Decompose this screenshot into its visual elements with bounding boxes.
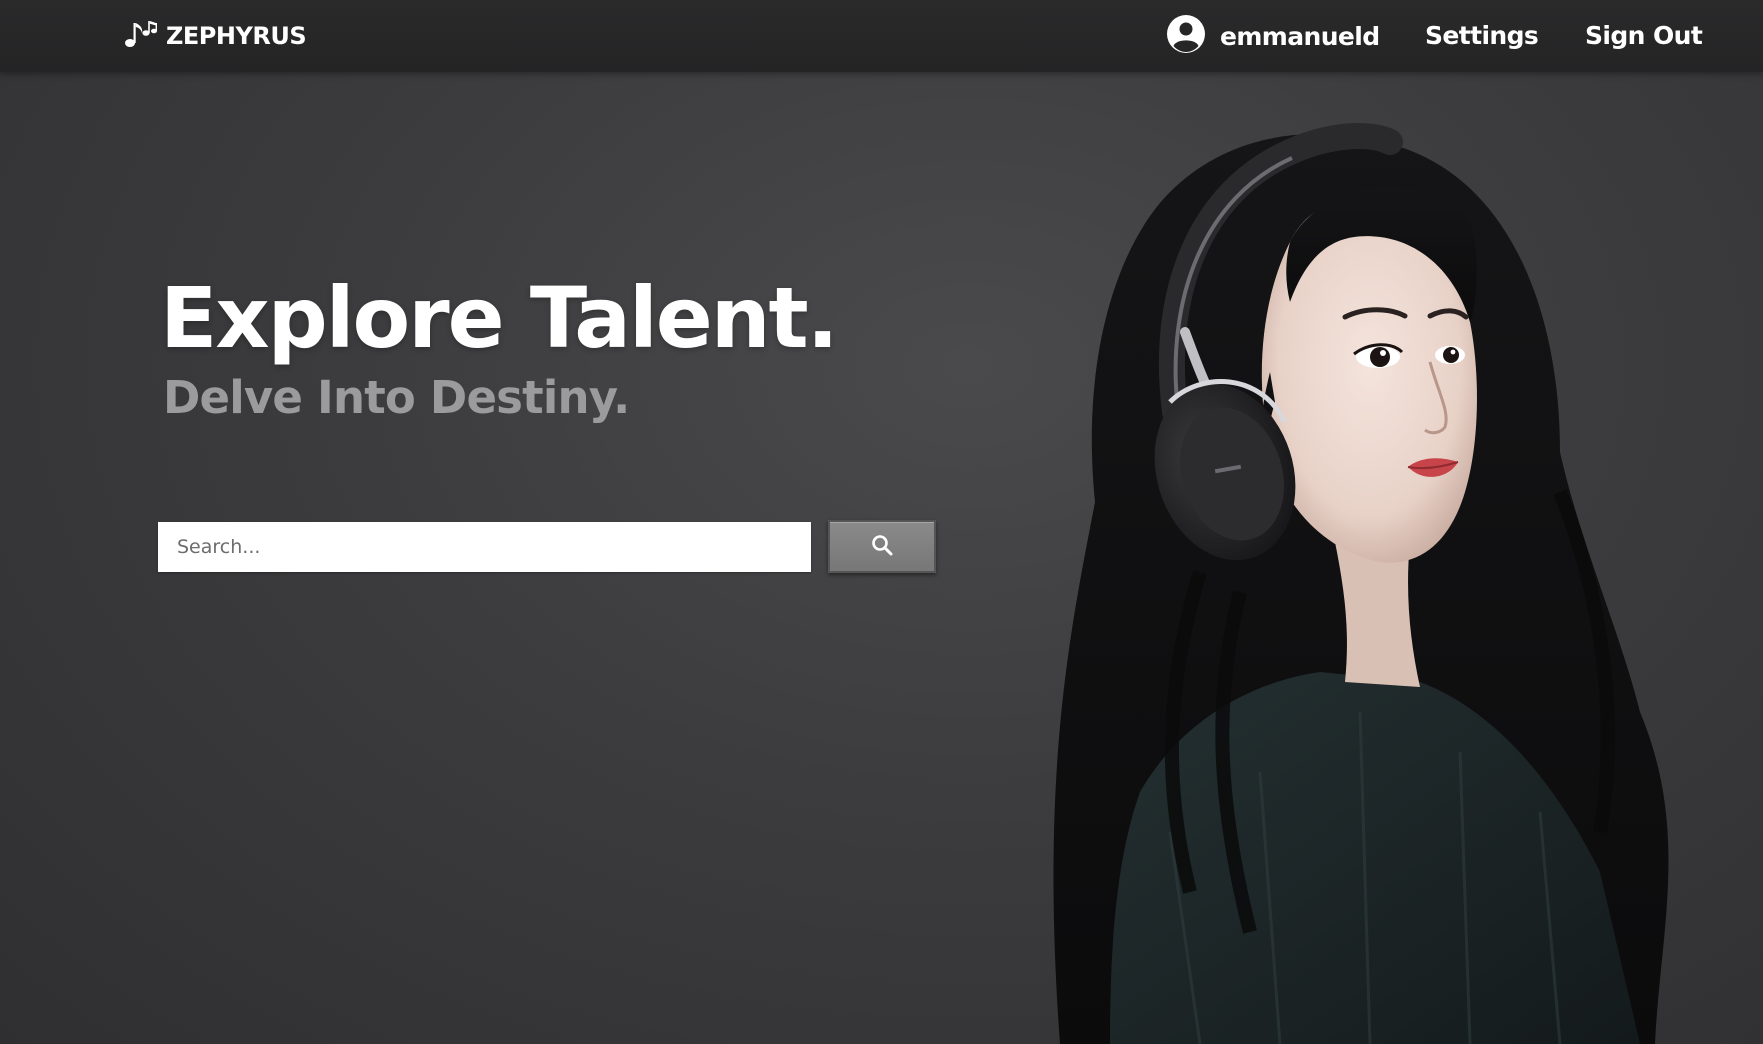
- user-menu[interactable]: emmanueld: [1166, 14, 1380, 58]
- brand-name: ZEPHYRUS: [166, 22, 307, 50]
- search-icon: [870, 533, 894, 561]
- hero-subline: Delve Into Destiny.: [163, 371, 630, 424]
- top-navbar: ZEPHYRUS emmanueld Settings Sign Out: [0, 0, 1763, 72]
- user-circle-icon: [1166, 14, 1206, 58]
- username-label: emmanueld: [1220, 21, 1380, 51]
- hero-headline: Explore Talent.: [160, 269, 839, 367]
- brand-link[interactable]: ZEPHYRUS: [124, 19, 307, 53]
- sign-out-link[interactable]: Sign Out: [1585, 18, 1703, 54]
- search-input[interactable]: [158, 522, 811, 572]
- landing-page: ZEPHYRUS emmanueld Settings Sign Out Exp…: [0, 0, 1763, 1044]
- hero-portrait-image: [1000, 72, 1763, 1044]
- settings-link[interactable]: Settings: [1425, 18, 1539, 54]
- music-notes-icon: [124, 19, 158, 53]
- search-button[interactable]: [828, 520, 936, 573]
